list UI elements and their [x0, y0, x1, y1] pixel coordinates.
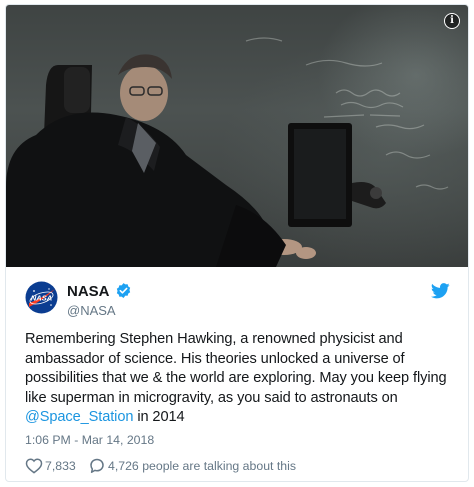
svg-text:NASA: NASA: [31, 294, 52, 303]
tweet-text-line: like superman in microgravity, as you sa…: [25, 389, 398, 406]
nasa-logo-icon[interactable]: NASA: [25, 281, 58, 314]
stephen-hawking-photo: [6, 37, 449, 267]
tweet-text-tail: in 2014: [133, 409, 185, 426]
tweet-text-line: Remembering Stephen Hawking, a renowned …: [25, 331, 403, 347]
tweet-photo[interactable]: i: [6, 5, 468, 267]
tweet-text-line: ambassador of science. His theories unlo…: [25, 350, 405, 367]
tweet-text-line: possibilities that we & the world are ex…: [25, 370, 447, 387]
reply-bubble-icon[interactable]: [88, 457, 106, 474]
tweet-body: NASA NASA @NASA Remembering Stephen Hawk…: [6, 267, 468, 481]
heart-icon[interactable]: [25, 457, 43, 474]
verified-badge-icon: [116, 283, 131, 298]
tweet-card[interactable]: i NASA NASA @NASA Remembering Stephen Ha…: [5, 4, 469, 482]
author-name[interactable]: NASA: [67, 283, 110, 300]
timestamp[interactable]: 1:06 PM - Mar 14, 2018: [25, 433, 154, 447]
mention-link[interactable]: @Space_Station: [25, 409, 133, 425]
tweet-text: Remembering Stephen Hawking, a renowned …: [25, 330, 455, 428]
info-icon[interactable]: i: [444, 13, 460, 29]
tweet-text-line: @Space_Station in 2014: [25, 408, 455, 428]
talking-about-count[interactable]: 4,726 people are talking about this: [108, 459, 296, 473]
author-handle[interactable]: @NASA: [67, 303, 116, 318]
twitter-bird-icon[interactable]: [431, 283, 450, 299]
like-count[interactable]: 7,833: [45, 459, 76, 473]
